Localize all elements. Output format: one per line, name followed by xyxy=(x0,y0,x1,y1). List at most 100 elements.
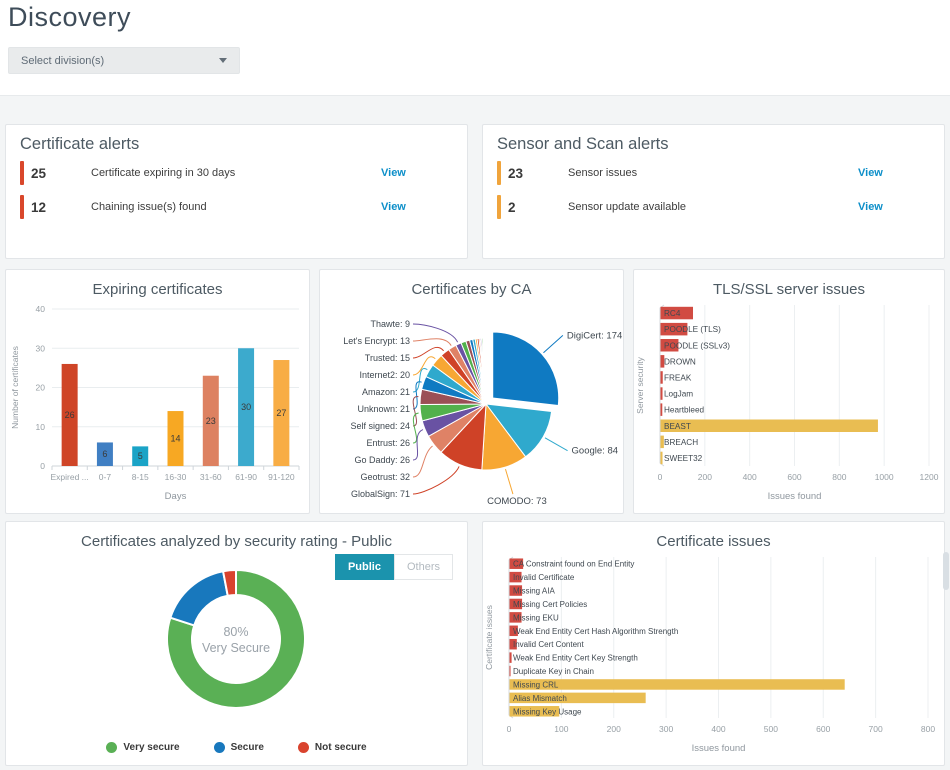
charts-row-1: Expiring certificates 01020304026Expired… xyxy=(5,269,945,514)
svg-text:Missing Key Usage: Missing Key Usage xyxy=(513,707,582,716)
view-link[interactable]: View xyxy=(858,201,930,213)
svg-text:0-7: 0-7 xyxy=(99,472,112,482)
svg-text:23: 23 xyxy=(206,416,216,426)
page-header: Discovery Select division(s) xyxy=(0,0,950,95)
certificates-by-ca-chart: Thawte: 9Let's Encrypt: 13Trusted: 15Int… xyxy=(320,301,623,506)
alert-row: 2 Sensor update available View xyxy=(497,192,930,222)
expiring-certificates-panel: Expiring certificates 01020304026Expired… xyxy=(5,269,310,514)
panel-title: Sensor and Scan alerts xyxy=(497,135,930,154)
svg-text:Expired ...: Expired ... xyxy=(51,472,89,482)
svg-text:61-90: 61-90 xyxy=(235,472,257,482)
svg-text:0: 0 xyxy=(507,724,512,734)
svg-text:200: 200 xyxy=(698,472,712,482)
svg-text:Heartbleed: Heartbleed xyxy=(664,406,705,415)
dashboard-area: Certificate alerts 25 Certificate expiri… xyxy=(0,95,950,770)
svg-text:Entrust: 26: Entrust: 26 xyxy=(366,438,410,448)
svg-text:Certificate issues: Certificate issues xyxy=(484,605,494,670)
tab-others[interactable]: Others xyxy=(394,554,453,580)
svg-text:16-30: 16-30 xyxy=(165,472,187,482)
alert-count: 23 xyxy=(508,166,552,181)
svg-text:Self signed: 24: Self signed: 24 xyxy=(350,421,410,431)
view-link[interactable]: View xyxy=(381,201,453,213)
legend-item-not-secure[interactable]: Not secure xyxy=(298,742,367,753)
svg-text:300: 300 xyxy=(659,724,673,734)
division-select[interactable]: Select division(s) xyxy=(8,47,240,74)
view-link[interactable]: View xyxy=(858,167,930,179)
chart-title: Expiring certificates xyxy=(16,281,299,298)
svg-text:Trusted: 15: Trusted: 15 xyxy=(365,353,410,363)
alert-label: Certificate expiring in 30 days xyxy=(75,167,381,179)
svg-text:500: 500 xyxy=(764,724,778,734)
sensor-scan-alerts-panel: Sensor and Scan alerts 23 Sensor issues … xyxy=(482,124,945,259)
alert-accent-bar xyxy=(20,161,24,185)
svg-text:Weak End Entity Cert Key Stren: Weak End Entity Cert Key Strength xyxy=(513,654,638,663)
svg-text:FREAK: FREAK xyxy=(664,373,692,382)
svg-text:Unknown: 21: Unknown: 21 xyxy=(357,404,410,414)
alert-accent-bar xyxy=(497,161,501,185)
alert-accent-bar xyxy=(497,195,501,219)
svg-text:30: 30 xyxy=(241,402,251,412)
svg-text:Missing AIA: Missing AIA xyxy=(513,587,555,596)
svg-text:BEAST: BEAST xyxy=(664,422,691,431)
donut-legend: Very secure Secure Not secure xyxy=(6,742,467,753)
svg-text:BREACH: BREACH xyxy=(664,438,698,447)
legend-item-secure[interactable]: Secure xyxy=(214,742,264,753)
svg-text:Thawte: 9: Thawte: 9 xyxy=(370,319,410,329)
svg-text:1000: 1000 xyxy=(875,472,894,482)
svg-text:200: 200 xyxy=(607,724,621,734)
svg-text:Days: Days xyxy=(165,491,187,502)
tab-public[interactable]: Public xyxy=(335,554,394,580)
chart-title: Certificates by CA xyxy=(330,281,613,298)
svg-text:Very Secure: Very Secure xyxy=(202,641,270,655)
rating-toggle: Public Others xyxy=(335,554,453,580)
svg-text:Alias Mismatch: Alias Mismatch xyxy=(513,694,567,703)
legend-dot-icon xyxy=(214,742,225,753)
svg-text:8-15: 8-15 xyxy=(132,472,149,482)
svg-text:Missing Cert Policies: Missing Cert Policies xyxy=(513,600,587,609)
svg-text:DigiCert: 174: DigiCert: 174 xyxy=(567,330,622,341)
svg-text:6: 6 xyxy=(102,449,107,459)
legend-dot-icon xyxy=(106,742,117,753)
svg-text:RC4: RC4 xyxy=(664,309,681,318)
expiring-certificates-chart: 01020304026Expired ...60-758-151416-3023… xyxy=(6,301,309,506)
legend-label: Not secure xyxy=(315,742,367,753)
chart-title: Certificates analyzed by security rating… xyxy=(16,533,457,550)
svg-text:1200: 1200 xyxy=(920,472,939,482)
alert-accent-bar xyxy=(20,195,24,219)
svg-text:Server security: Server security xyxy=(635,356,645,413)
svg-text:31-60: 31-60 xyxy=(200,472,222,482)
tls-ssl-issues-chart: 020040060080010001200RC4POODLE (TLS)POOD… xyxy=(634,301,945,506)
division-select-label: Select division(s) xyxy=(21,55,104,67)
legend-label: Very secure xyxy=(123,742,179,753)
page-title: Discovery xyxy=(8,2,131,33)
svg-text:Invalid Certificate: Invalid Certificate xyxy=(513,573,575,582)
view-link[interactable]: View xyxy=(381,167,453,179)
svg-text:0: 0 xyxy=(658,472,663,482)
svg-text:80%: 80% xyxy=(223,625,248,639)
svg-text:Missing EKU: Missing EKU xyxy=(513,613,559,622)
svg-text:600: 600 xyxy=(787,472,801,482)
svg-text:Internet2: 20: Internet2: 20 xyxy=(359,370,410,380)
certificate-issues-chart: 0100200300400500600700800CA Constraint f… xyxy=(483,553,944,758)
scrollbar-thumb[interactable] xyxy=(943,552,949,590)
svg-text:800: 800 xyxy=(921,724,935,734)
svg-text:POODLE (TLS): POODLE (TLS) xyxy=(664,325,721,334)
legend-item-very-secure[interactable]: Very secure xyxy=(106,742,179,753)
svg-text:30: 30 xyxy=(36,343,46,353)
svg-text:Weak End Entity Cert Hash Algo: Weak End Entity Cert Hash Algorithm Stre… xyxy=(513,627,678,636)
svg-text:400: 400 xyxy=(711,724,725,734)
svg-text:0: 0 xyxy=(40,461,45,471)
certificates-by-ca-panel: Certificates by CA Thawte: 9Let's Encryp… xyxy=(319,269,624,514)
svg-text:Invalid Cert Content: Invalid Cert Content xyxy=(513,640,584,649)
alert-count: 12 xyxy=(31,200,75,215)
alert-count: 25 xyxy=(31,166,75,181)
alert-count: 2 xyxy=(508,200,552,215)
alert-label: Chaining issue(s) found xyxy=(75,201,381,213)
svg-text:Duplicate Key in Chain: Duplicate Key in Chain xyxy=(513,667,594,676)
svg-text:700: 700 xyxy=(869,724,883,734)
charts-row-2: Certificates analyzed by security rating… xyxy=(5,521,945,766)
svg-text:600: 600 xyxy=(816,724,830,734)
panel-title: Certificate alerts xyxy=(20,135,453,154)
alerts-row: Certificate alerts 25 Certificate expiri… xyxy=(5,124,945,259)
svg-text:Number of certificates: Number of certificates xyxy=(10,346,20,429)
